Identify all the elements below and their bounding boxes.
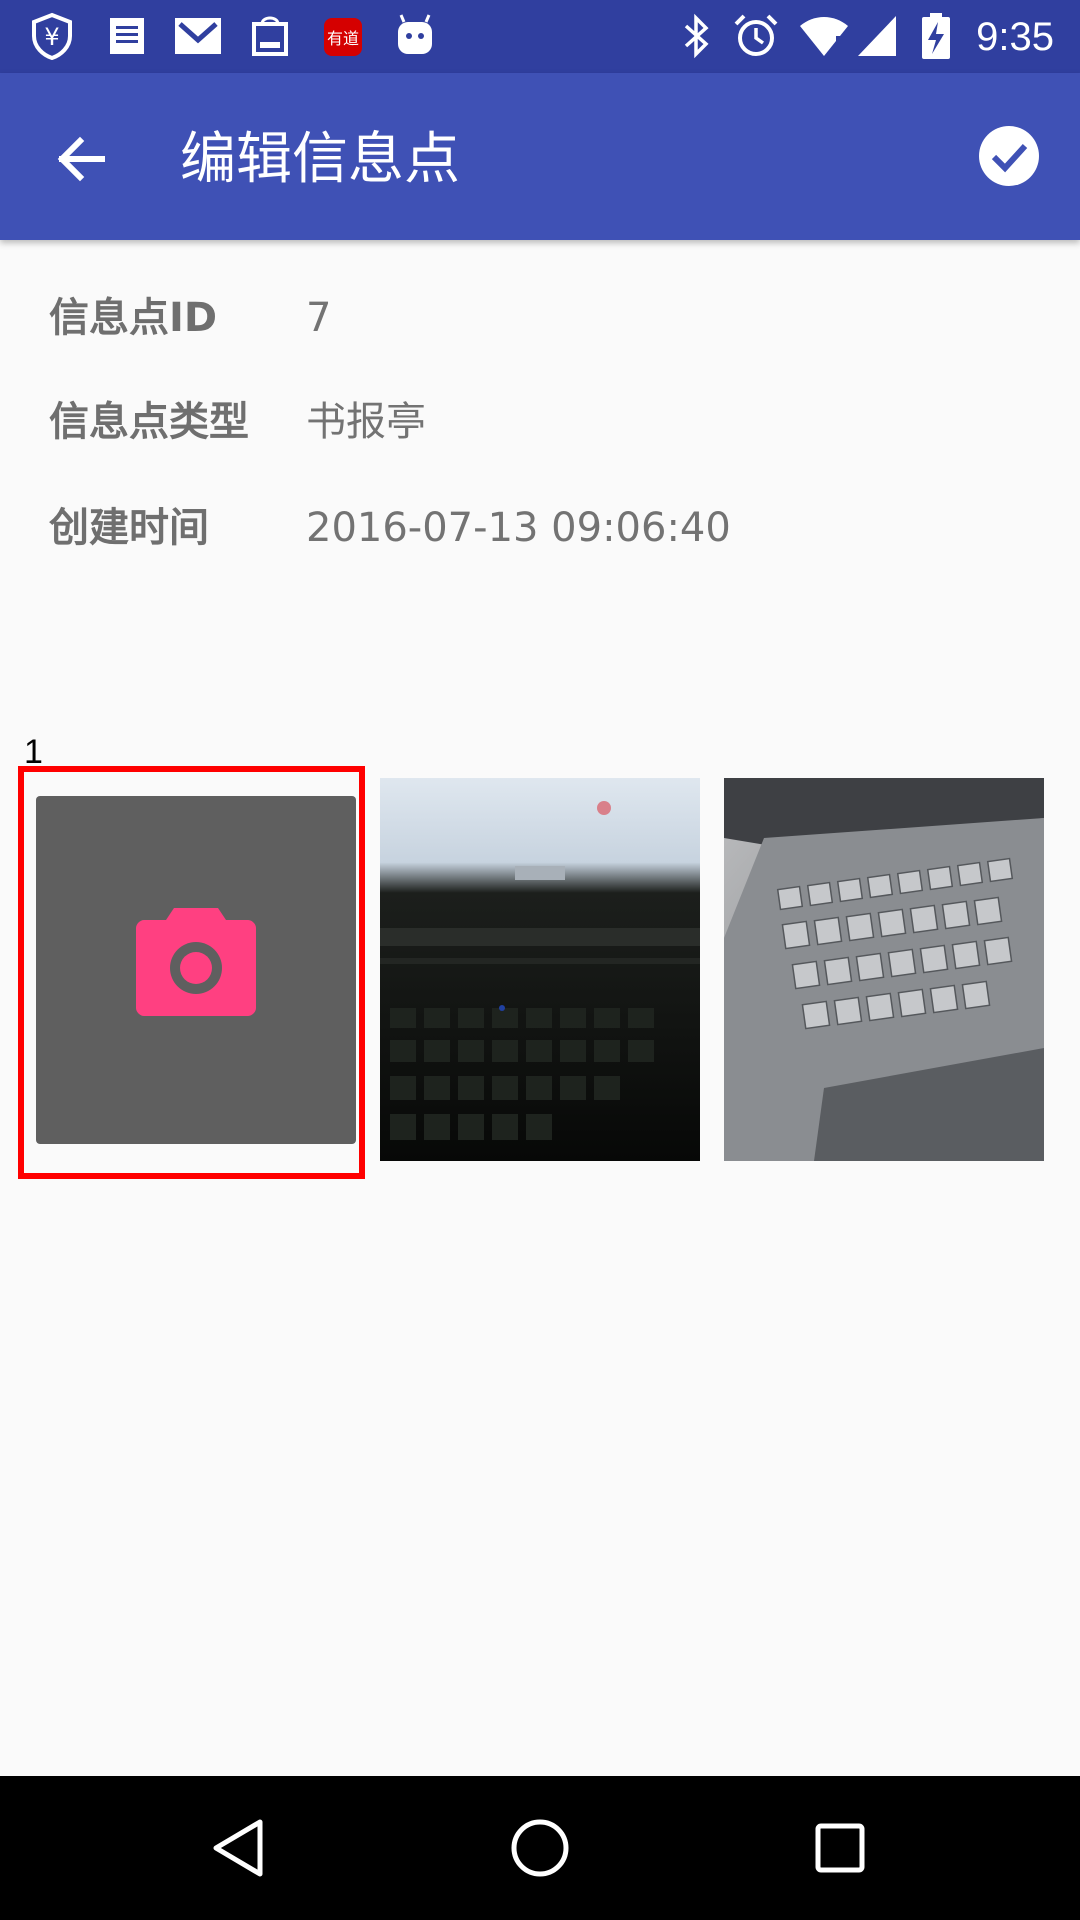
news-icon [110,18,144,54]
check-circle-icon[interactable] [976,123,1042,189]
shield-yen-icon: ¥ [32,12,72,60]
info-value-created: 2016-07-13 09:06:40 [306,505,731,551]
info-value-type: 书报亭 [306,399,426,445]
add-photo-button[interactable] [36,796,356,1144]
info-label-created: 创建时间 [49,505,209,551]
app-bar: 编辑信息点 [0,73,1080,240]
svg-text:有道: 有道 [327,29,359,48]
arrow-back-icon[interactable] [48,123,120,195]
navigation-bar [0,1776,1080,1920]
bluetooth-icon [684,13,709,59]
info-row-created: 创建时间 2016-07-13 09:06:40 [49,498,1049,558]
recents-square-icon[interactable] [804,1812,876,1884]
wifi-icon [800,17,848,56]
status-bar: ¥ 有道 9:35 [0,0,1080,73]
signal-icon [858,16,896,56]
shop-bag-icon [252,16,288,56]
youdao-icon: 有道 [324,18,362,56]
android-icon [398,14,432,54]
info-row-type: 信息点类型 书报亭 [49,392,1049,452]
alarm-icon [734,14,778,56]
gmail-icon [175,18,221,54]
info-row-id: 信息点ID 7 [49,288,1049,348]
info-label-id: 信息点ID [49,295,218,341]
status-time: 9:35 [976,15,1054,59]
camera-icon [136,908,256,1016]
battery-charging-icon [922,13,950,59]
page-title: 编辑信息点 [180,127,460,192]
photo-thumbnail-1[interactable] [380,778,700,1161]
info-label-type: 信息点类型 [49,399,249,445]
back-triangle-icon[interactable] [204,1812,276,1884]
info-value-id: 7 [306,295,332,341]
home-circle-icon[interactable] [504,1812,576,1884]
photo-thumbnail-2[interactable] [724,778,1044,1161]
svg-text:¥: ¥ [44,23,59,51]
